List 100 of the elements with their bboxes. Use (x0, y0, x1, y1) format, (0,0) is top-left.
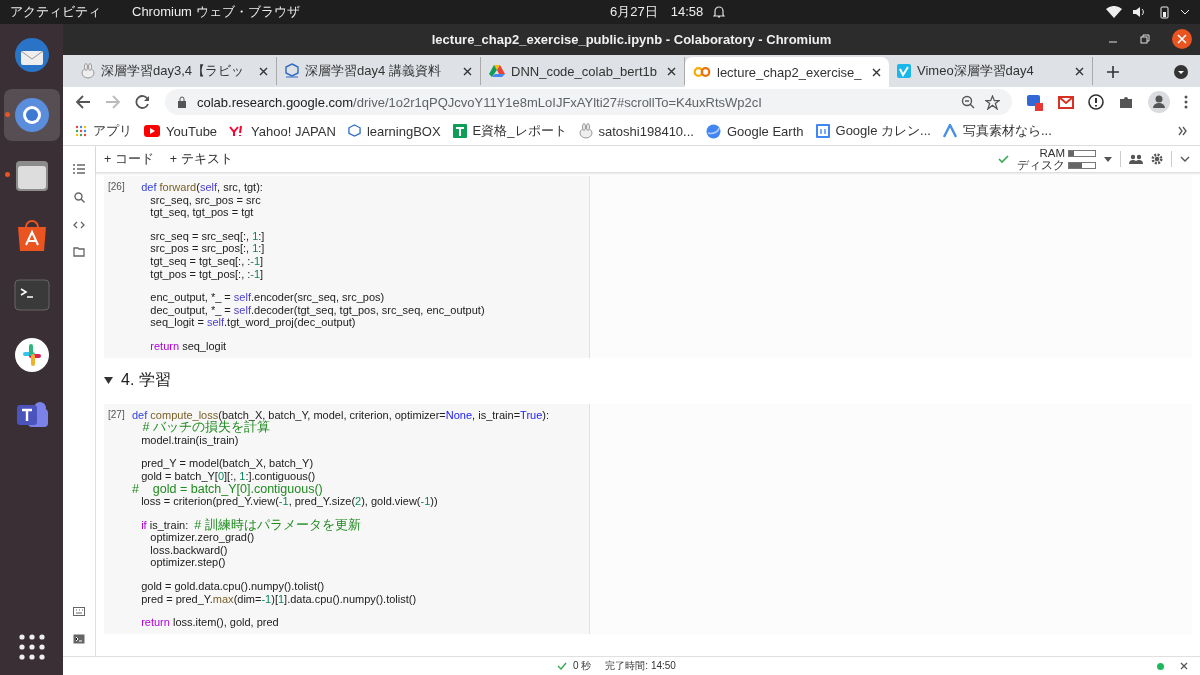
collapse-caret-icon[interactable] (104, 377, 113, 385)
code-line: src_seq, src_pos = src (149, 193, 262, 207)
menu-icon[interactable] (1184, 95, 1188, 109)
section-heading: 4. 学習 (121, 370, 171, 391)
wifi-icon (1106, 6, 1122, 18)
code-line: model.train(is_train) (140, 433, 240, 447)
ram-meter (1068, 149, 1096, 157)
star-icon[interactable] (985, 94, 1000, 110)
add-code-button[interactable]: + コード (100, 150, 158, 168)
mail-icon[interactable] (1058, 95, 1074, 109)
bookmark[interactable]: Yahoo! JAPAN (229, 123, 336, 139)
zoom-out-icon[interactable] (961, 95, 975, 109)
check-icon (557, 662, 567, 670)
code-line: tgt_pos = tgt_pos[:, :-1] (149, 267, 265, 281)
new-tab-icon[interactable] (1107, 66, 1119, 78)
code-line: pred = pred_Y.max(dim=-1)[1].data.cpu().numpy().tolist() (140, 592, 418, 606)
code-line: optimizer.step() (149, 556, 227, 570)
close-icon[interactable] (667, 66, 676, 76)
close-icon[interactable] (872, 67, 881, 77)
address-bar[interactable]: colab.research.google.com/drive/1o2r1qPQJcvoY11Y1e8mLoIJFxAYlti27#scrollTo=K4uxRtsWp2cI (165, 89, 1012, 115)
disk-label: ディスク (1017, 159, 1065, 171)
code-line: # gold = batch_Y[0].contiguous() (132, 482, 324, 496)
bookmark[interactable]: 写真素材なら... (942, 122, 1052, 140)
close-icon[interactable] (1075, 66, 1084, 76)
folder-icon[interactable] (73, 247, 85, 257)
settings-icon[interactable] (1151, 153, 1163, 165)
code-line: optimizer.zero_grad() (149, 531, 256, 544)
apps-grid-icon (75, 125, 87, 137)
terminal-icon[interactable] (73, 634, 85, 644)
share-people-icon[interactable] (1129, 154, 1143, 164)
add-text-button[interactable]: + テキスト (165, 150, 237, 168)
alert-icon[interactable] (1088, 94, 1104, 110)
ram-label: RAM (1039, 147, 1065, 159)
tab-search-icon[interactable] (1174, 65, 1188, 79)
app-menu[interactable]: Chromium ウェブ・ブラウザ (132, 3, 332, 21)
code-line: src_seq = src_seq[:, 1:] (149, 229, 266, 243)
code-line: dec_output, *_ = self.decoder(tgt_seq, tgt_pos, src_seq, enc_output) (149, 303, 486, 317)
keyboard-icon[interactable] (73, 607, 85, 616)
profile-icon[interactable] (1148, 91, 1170, 113)
code-line: return seq_logit (149, 339, 228, 353)
more-bookmarks-icon[interactable] (1178, 126, 1188, 136)
rabbit-icon (578, 123, 593, 139)
rings-icon (693, 66, 711, 78)
bookmark[interactable]: learningBOX (347, 123, 441, 139)
connection-dot (1157, 662, 1164, 670)
reload-icon[interactable] (135, 94, 151, 110)
cube-icon (285, 63, 299, 79)
chevron-down-icon[interactable] (1180, 156, 1190, 162)
bookmark[interactable]: satoshi198410... (578, 123, 694, 139)
apps-grid-icon[interactable] (17, 633, 46, 661)
volume-icon (1132, 6, 1146, 18)
close-icon[interactable] (1172, 29, 1192, 49)
code-line: loss = criterion(pred_Y.view(-1, pred_Y.size(2), gold.view(-1)) (140, 495, 439, 508)
restore-icon[interactable] (1140, 34, 1150, 44)
back-icon[interactable] (75, 94, 91, 110)
close-icon[interactable] (259, 66, 268, 76)
lock-icon (177, 96, 187, 108)
close-icon[interactable] (463, 66, 472, 76)
execution-count: [27] (108, 408, 126, 422)
video-icon (897, 64, 911, 78)
bookmark[interactable]: E資格_レポート (452, 122, 567, 140)
extension-badge-icon[interactable] (1026, 93, 1044, 111)
code-line: return loss.item(), gold, pred (140, 616, 280, 629)
execution-count: [26] (108, 181, 126, 194)
code-line: tgt_seq = tgt_seq[:, :-1] (149, 254, 265, 268)
code-line: def forward(self, src, tgt): (140, 181, 264, 194)
code-line: gold = batch_Y[0][:, 1:].contiguous() (140, 469, 317, 483)
sheet-icon (452, 124, 467, 138)
close-icon[interactable] (1180, 662, 1188, 670)
cube-icon (347, 123, 361, 139)
toc-icon[interactable] (73, 164, 85, 174)
completion-time: 完了時間: 14:50 (605, 659, 676, 673)
code-line: if is_train: # 訓練時はパラメータを更新 (140, 518, 362, 532)
search-icon[interactable] (73, 192, 85, 203)
dropdown-icon[interactable] (1104, 156, 1112, 162)
browser-tab[interactable]: lecture_chap2_exercise_ (685, 57, 889, 87)
code-icon[interactable] (73, 221, 85, 229)
bookmark[interactable]: アプリ (75, 122, 132, 140)
play-icon (144, 125, 160, 137)
disk-meter (1068, 161, 1096, 169)
globe-icon (705, 123, 721, 139)
rabbit-icon (81, 63, 95, 79)
code-line: # バッチの損失を計算 (141, 421, 270, 434)
bookmark[interactable]: Google Earth (705, 123, 804, 139)
forward-icon (105, 94, 121, 110)
bookmark[interactable]: Google カレン... (815, 122, 931, 140)
browser-tab[interactable]: 深層学習day4 講義資料 (277, 57, 481, 85)
code-line: def compute_loss(batch_X, batch_Y, model, criterion, optimizer=None, is_train=True): (132, 408, 551, 421)
triangle-icon (489, 64, 505, 78)
code-line: loss.backward() (149, 543, 229, 557)
code-line: tgt_seq, tgt_pos = tgt (149, 206, 255, 219)
bookmark[interactable]: YouTube (144, 123, 218, 139)
window-title: lecture_chap2_exercise_public.ipynb - Colaboratory - Chromium (431, 32, 832, 47)
browser-tab[interactable]: 深層学習day3,4【ラビッ (73, 57, 277, 85)
activities-button[interactable]: アクティビティ (10, 3, 122, 21)
clock[interactable]: 6月27日 14:58 (610, 3, 704, 21)
browser-tab[interactable]: Vimeo深層学習day4 (889, 57, 1093, 85)
code-line: seq_logit = self.tgt_word_proj(dec_output) (149, 316, 357, 329)
check-icon (998, 154, 1009, 164)
code-line: gold = gold.data.cpu().numpy().tolist() (140, 580, 326, 593)
